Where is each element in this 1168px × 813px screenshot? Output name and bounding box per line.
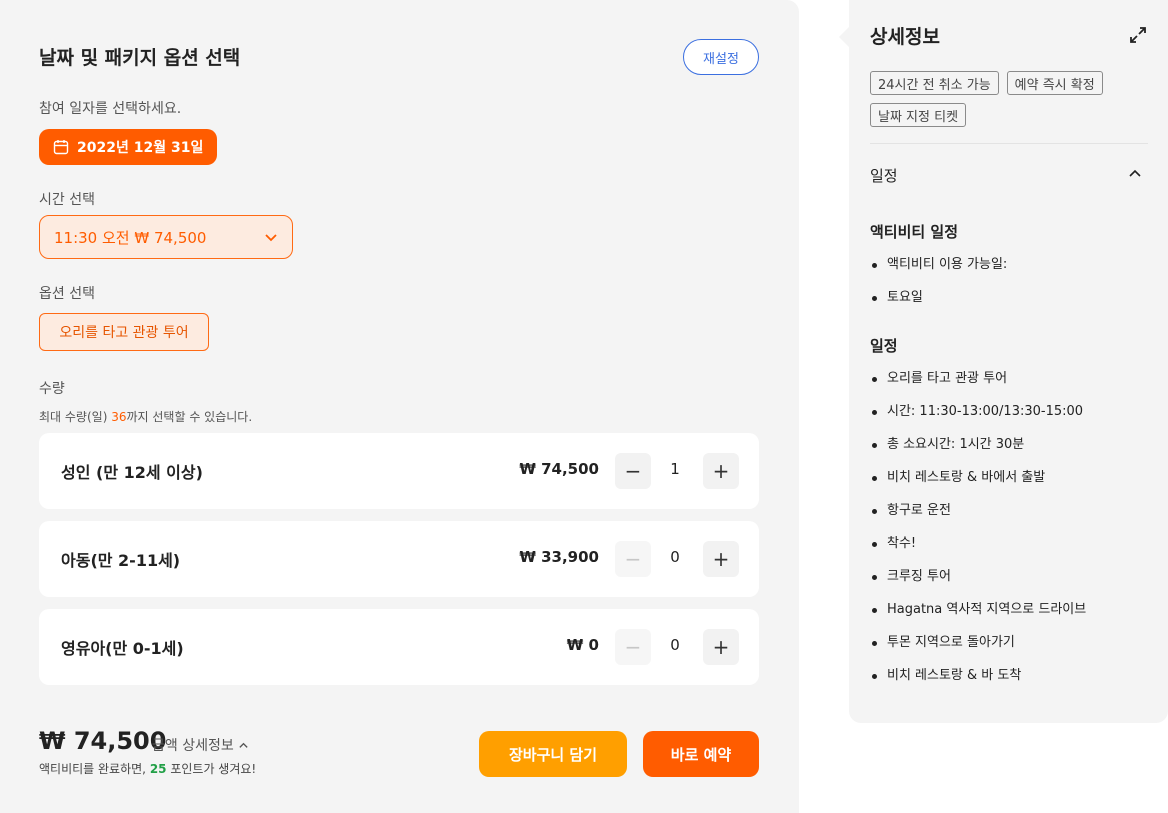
quantity-row-adult: 성인 (만 12세 이상) ₩ 74,500 − 1 + (39, 433, 759, 509)
tag: 예약 즉시 확정 (1006, 71, 1103, 95)
row-count: 0 (670, 636, 680, 654)
list-item: 비치 레스토랑 & 바에서 출발 (870, 468, 1086, 501)
quantity-row-infant: 영유아(만 0-1세) ₩ 0 − 0 + (39, 609, 759, 685)
itinerary-list: 오리를 타고 관광 투어 시간: 11:30-13:00/13:30-15:00… (870, 369, 1086, 699)
row-count: 0 (670, 548, 680, 566)
date-prompt: 참여 일자를 선택하세요. (39, 101, 182, 117)
quantity-note-prefix: 최대 수량(일) (39, 410, 112, 424)
schedule-section-header[interactable]: 일정 (870, 165, 898, 186)
points-note: 액티비티를 완료하면, 25 포인트가 생겨요! (39, 760, 256, 777)
list-item: 항구로 운전 (870, 501, 1086, 534)
row-label: 성인 (만 12세 이상) (61, 463, 203, 482)
row-count: 1 (670, 460, 680, 478)
row-label: 영유아(만 0-1세) (61, 639, 184, 658)
divider (870, 143, 1148, 144)
booking-panel: 날짜 및 패키지 옵션 선택 재설정 참여 일자를 선택하세요. 2022년 1… (0, 0, 799, 813)
details-title: 상세정보 (870, 26, 940, 48)
tag: 24시간 전 취소 가능 (870, 71, 999, 95)
tag-list: 24시간 전 취소 가능 예약 즉시 확정 날짜 지정 티켓 (870, 71, 1150, 127)
list-item: 크루징 투어 (870, 567, 1086, 600)
time-select[interactable]: 11:30 오전 ₩ 74,500 (39, 215, 293, 259)
list-item: 착수! (870, 534, 1086, 567)
chevron-up-icon (239, 742, 248, 748)
reset-button[interactable]: 재설정 (683, 39, 759, 75)
activity-schedule-list: 액티비티 이용 가능일: 토요일 (870, 255, 1007, 321)
decrement-button[interactable]: − (615, 629, 651, 665)
decrement-button[interactable]: − (615, 453, 651, 489)
itinerary-title: 일정 (870, 337, 898, 355)
calendar-icon (53, 140, 69, 155)
list-item: 오리를 타고 관광 투어 (870, 369, 1086, 402)
increment-button[interactable]: + (703, 453, 739, 489)
option-label: 옵션 선택 (39, 286, 95, 302)
increment-button[interactable]: + (703, 541, 739, 577)
row-label: 아동(만 2-11세) (61, 551, 181, 570)
list-item: 비치 레스토랑 & 바 도착 (870, 666, 1086, 699)
price-detail-toggle[interactable]: 금액 상세정보 (152, 735, 249, 755)
points-value: 25 (149, 762, 167, 776)
row-price: ₩ 33,900 (519, 548, 599, 566)
selected-date: 2022년 12월 31일 (77, 140, 204, 156)
total-price: ₩ 74,500 (39, 727, 167, 755)
quantity-row-child: 아동(만 2-11세) ₩ 33,900 − 0 + (39, 521, 759, 597)
book-now-button[interactable]: 바로 예약 (643, 731, 759, 777)
points-prefix: 액티비티를 완료하면, (39, 762, 150, 776)
time-label: 시간 선택 (39, 192, 95, 208)
list-item: Hagatna 역사적 지역으로 드라이브 (870, 600, 1086, 633)
list-item: 시간: 11:30-13:00/13:30-15:00 (870, 402, 1086, 435)
panel-pointer (839, 27, 849, 47)
row-price: ₩ 74,500 (519, 460, 599, 478)
quantity-max: 36 (111, 410, 127, 424)
points-suffix: 포인트가 생겨요! (166, 762, 257, 776)
date-chip[interactable]: 2022년 12월 31일 (39, 129, 218, 165)
chevron-down-icon (265, 234, 277, 242)
row-price: ₩ 0 (566, 636, 599, 654)
booking-title: 날짜 및 패키지 옵션 선택 (39, 47, 241, 69)
list-item: 토요일 (870, 288, 1007, 321)
chevron-up-icon[interactable] (1127, 165, 1143, 181)
tag: 날짜 지정 티켓 (870, 103, 967, 127)
list-item: 액티비티 이용 가능일: (870, 255, 1007, 288)
decrement-button[interactable]: − (615, 541, 651, 577)
add-to-cart-button[interactable]: 장바구니 담기 (479, 731, 627, 777)
option-chip[interactable]: 오리를 타고 관광 투어 (39, 313, 209, 351)
expand-icon[interactable] (1129, 26, 1147, 44)
list-item: 투몬 지역으로 돌아가기 (870, 633, 1086, 666)
quantity-label: 수량 (39, 381, 65, 397)
increment-button[interactable]: + (703, 629, 739, 665)
price-detail-label: 금액 상세정보 (152, 738, 234, 754)
details-panel: 상세정보 24시간 전 취소 가능 예약 즉시 확정 날짜 지정 티켓 일정 액… (839, 0, 1168, 723)
selected-time: 11:30 오전 ₩ 74,500 (54, 228, 207, 247)
quantity-note-suffix: 까지 선택할 수 있습니다. (126, 410, 253, 424)
list-item: 총 소요시간: 1시간 30분 (870, 435, 1086, 468)
activity-schedule-title: 액티비티 일정 (870, 223, 959, 241)
quantity-note: 최대 수량(일) 36까지 선택할 수 있습니다. (39, 408, 252, 425)
